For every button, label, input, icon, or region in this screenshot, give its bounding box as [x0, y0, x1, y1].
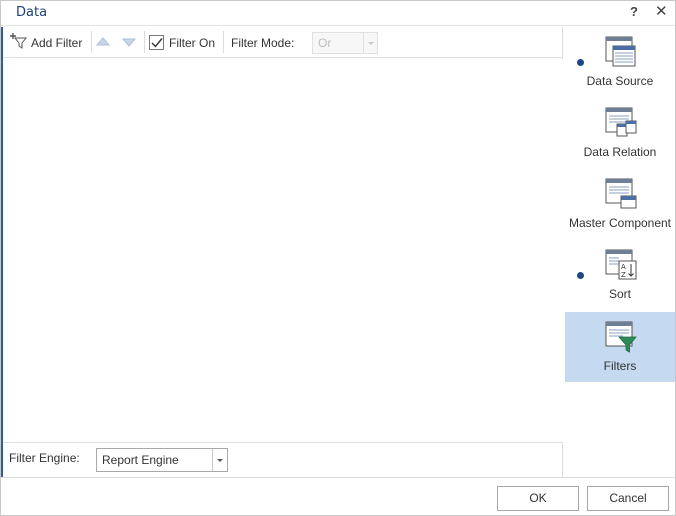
move-down-button[interactable]: [121, 27, 137, 58]
sidebar-item-data-source[interactable]: Data Source: [565, 27, 675, 97]
filter-engine-select[interactable]: Report Engine: [96, 448, 228, 472]
filter-engine-value: Report Engine: [102, 453, 179, 467]
sidebar-item-master-component[interactable]: Master Component: [565, 169, 675, 239]
filter-mode-select[interactable]: Or: [312, 32, 378, 54]
sidebar-item-label: Data Source: [586, 74, 654, 88]
sort-icon: A Z: [605, 249, 637, 281]
filter-on-toggle[interactable]: Filter On: [149, 27, 215, 58]
arrow-up-icon: [95, 36, 111, 50]
ok-button[interactable]: OK: [497, 486, 579, 511]
dialog-title: Data: [16, 5, 48, 20]
svg-text:A: A: [621, 263, 626, 271]
chevron-down-icon: [363, 33, 377, 53]
sidebar-item-label: Master Component: [568, 216, 672, 230]
filter-engine-label: Filter Engine:: [9, 451, 80, 465]
checkmark-icon: [151, 38, 163, 48]
filters-pane: Add Filter Filter On Filter Mode: Or Fil…: [1, 27, 563, 477]
help-button[interactable]: ?: [630, 4, 638, 19]
data-relation-icon: [605, 107, 637, 139]
filter-on-label: Filter On: [169, 35, 216, 50]
modified-indicator: [577, 272, 584, 279]
title-bar: Data ? ✕: [1, 1, 675, 26]
master-component-icon: [605, 178, 637, 210]
close-button[interactable]: ✕: [655, 4, 668, 20]
toolbar-divider: [223, 31, 224, 53]
toolbar-divider: [91, 31, 92, 53]
data-source-icon: [605, 36, 637, 68]
move-up-button[interactable]: [95, 27, 111, 58]
add-filter-button[interactable]: Add Filter: [10, 27, 82, 58]
add-filter-icon: [10, 33, 28, 52]
modified-indicator: [577, 59, 584, 66]
add-filter-label: Add Filter: [31, 35, 83, 50]
filter-engine-row: Filter Engine: Report Engine: [3, 442, 563, 477]
svg-text:Z: Z: [621, 271, 626, 279]
filters-list: [3, 59, 563, 442]
data-dialog: Data ? ✕ Add Filter Filter On Filter Mod…: [0, 0, 676, 516]
filter-on-checkbox[interactable]: [149, 35, 164, 50]
sidebar-item-label: Filters: [603, 359, 637, 373]
cancel-button[interactable]: Cancel: [587, 486, 669, 511]
filters-icon: [605, 321, 637, 353]
arrow-down-icon: [121, 36, 137, 50]
sidebar-item-label: Data Relation: [583, 145, 657, 159]
dialog-button-bar: OK Cancel: [1, 477, 675, 515]
sidebar-item-sort[interactable]: A Z Sort: [565, 240, 675, 310]
sidebar-nav: Data Source Data Relation Master Compone…: [564, 27, 675, 477]
filters-toolbar: Add Filter Filter On Filter Mode: Or: [3, 27, 563, 58]
sidebar-item-label: Sort: [608, 287, 631, 301]
toolbar-divider: [144, 31, 145, 53]
filter-mode-label: Filter Mode:: [231, 35, 295, 50]
chevron-down-icon: [212, 449, 227, 471]
filter-mode-value: Or: [318, 36, 332, 50]
sidebar-item-filters[interactable]: Filters: [565, 312, 675, 382]
sidebar-item-data-relation[interactable]: Data Relation: [565, 98, 675, 168]
